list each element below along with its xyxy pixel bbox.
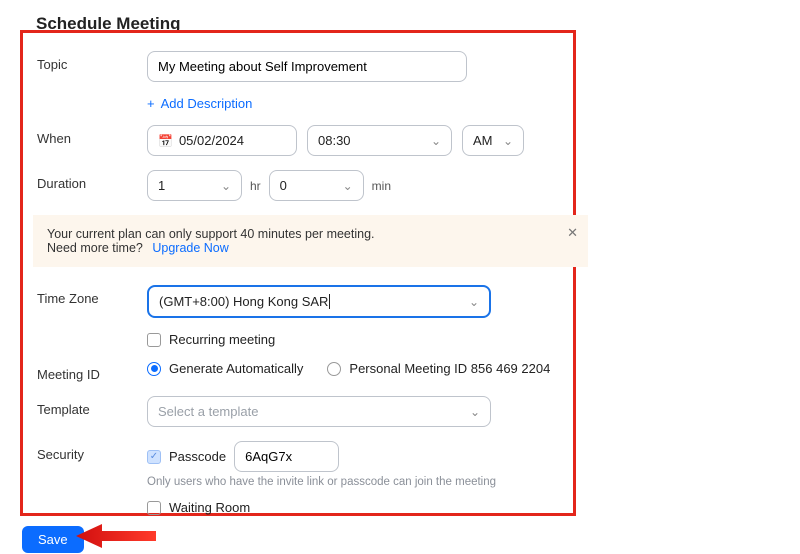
save-button[interactable]: Save (22, 526, 84, 553)
duration-minutes-value: 0 (280, 178, 287, 193)
passcode-checkbox-row: Passcode (147, 441, 557, 472)
personal-id-label: Personal Meeting ID 856 469 2204 (349, 361, 550, 376)
waiting-room-checkbox[interactable] (147, 501, 161, 515)
security-label: Security (37, 441, 147, 462)
meeting-id-row: Meeting ID Generate Automatically Person… (37, 361, 557, 382)
plan-limit-banner: Your current plan can only support 40 mi… (33, 215, 588, 267)
page-title: Schedule Meeting (0, 0, 800, 34)
banner-line1: Your current plan can only support 40 mi… (47, 227, 574, 241)
template-label: Template (37, 396, 147, 417)
waiting-room-label: Waiting Room (169, 500, 250, 515)
chevron-down-icon: ⌄ (343, 179, 353, 193)
personal-id-radio[interactable] (327, 362, 341, 376)
chevron-down-icon: ⌄ (469, 295, 479, 309)
date-input[interactable]: 📅 05/02/2024 (147, 125, 297, 156)
topic-input[interactable] (147, 51, 467, 82)
generate-auto-radio[interactable] (147, 362, 161, 376)
template-placeholder: Select a template (158, 404, 258, 419)
min-unit: min (372, 179, 391, 193)
duration-minutes-select[interactable]: 0 ⌄ (269, 170, 364, 201)
timezone-value: (GMT+8:00) Hong Kong SAR (159, 294, 330, 309)
timezone-select[interactable]: (GMT+8:00) Hong Kong SAR ⌄ (147, 285, 491, 318)
time-value: 08:30 (318, 133, 351, 148)
topic-label: Topic (37, 51, 147, 72)
duration-hours-value: 1 (158, 178, 165, 193)
topic-row: Topic + Add Description (37, 51, 557, 111)
ampm-value: AM (473, 133, 493, 148)
security-row: Security Passcode Only users who have th… (37, 441, 557, 515)
date-value: 05/02/2024 (179, 133, 244, 148)
when-row: When 📅 05/02/2024 08:30 ⌄ AM ⌄ (37, 125, 557, 156)
calendar-icon: 📅 (158, 134, 173, 148)
timezone-label: Time Zone (37, 285, 147, 306)
generate-auto-radio-row[interactable]: Generate Automatically (147, 361, 303, 376)
hr-unit: hr (250, 179, 261, 193)
passcode-label: Passcode (169, 449, 226, 464)
add-description-text: Add Description (161, 96, 253, 111)
duration-label: Duration (37, 170, 147, 191)
template-row: Template Select a template ⌄ (37, 396, 557, 427)
time-select[interactable]: 08:30 ⌄ (307, 125, 452, 156)
banner-line2: Need more time? (47, 241, 143, 255)
personal-id-radio-row[interactable]: Personal Meeting ID 856 469 2204 (327, 361, 550, 376)
chevron-down-icon: ⌄ (431, 134, 441, 148)
plus-icon: + (147, 96, 155, 111)
arrow-icon (76, 522, 156, 550)
meeting-id-label: Meeting ID (37, 361, 147, 382)
duration-row: Duration 1 ⌄ hr 0 ⌄ min (37, 170, 557, 201)
passcode-checkbox (147, 450, 161, 464)
recurring-checkbox[interactable] (147, 333, 161, 347)
chevron-down-icon: ⌄ (470, 405, 480, 419)
timezone-row: Time Zone (GMT+8:00) Hong Kong SAR ⌄ Rec… (37, 285, 557, 347)
passcode-hint: Only users who have the invite link or p… (147, 476, 557, 488)
duration-hours-select[interactable]: 1 ⌄ (147, 170, 242, 201)
close-icon[interactable]: ✕ (567, 225, 578, 241)
ampm-select[interactable]: AM ⌄ (462, 125, 524, 156)
chevron-down-icon: ⌄ (221, 179, 231, 193)
add-description-link[interactable]: + Add Description (147, 96, 252, 111)
when-label: When (37, 125, 147, 146)
recurring-checkbox-row[interactable]: Recurring meeting (147, 332, 557, 347)
schedule-form-highlight: Topic + Add Description When 📅 05/02/202… (20, 30, 576, 516)
waiting-room-checkbox-row[interactable]: Waiting Room (147, 500, 557, 515)
passcode-input[interactable] (234, 441, 339, 472)
chevron-down-icon: ⌄ (503, 134, 513, 148)
recurring-label: Recurring meeting (169, 332, 275, 347)
template-select[interactable]: Select a template ⌄ (147, 396, 491, 427)
upgrade-link[interactable]: Upgrade Now (152, 241, 228, 255)
generate-auto-label: Generate Automatically (169, 361, 303, 376)
